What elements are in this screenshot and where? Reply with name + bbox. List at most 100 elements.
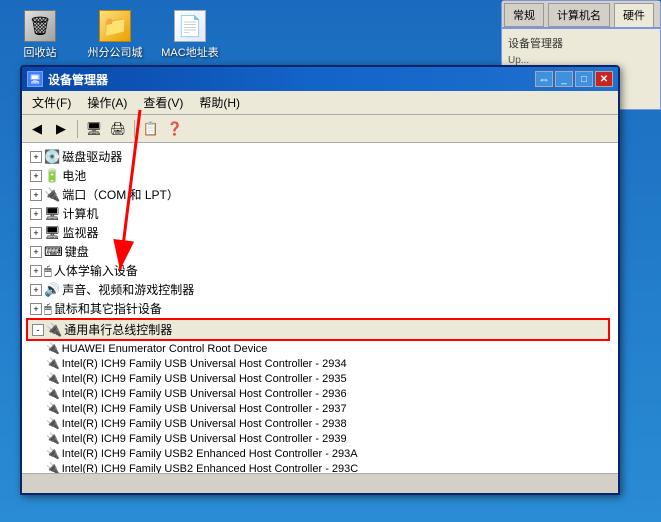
usb2936-icon: 🔌 [46,387,60,400]
usb2939-icon: 🔌 [46,432,60,445]
forward-button[interactable]: ▶ [50,118,72,140]
maximize-button[interactable]: □ [575,71,593,87]
computer-icon: 🖥 [44,206,61,222]
tree-item-usb2935[interactable]: 🔌 Intel(R) ICH9 Family USB Universal Hos… [26,371,614,386]
toolbar-separator-1 [77,120,78,138]
desktop: 🗑 回收站 📁 州分公司城 📄 MAC地址表 常规 计算机名 硬件 设备管理器 … [0,0,661,522]
recycle-bin-icon[interactable]: 🗑 回收站 [10,10,70,60]
tab-hardware[interactable]: 硬件 [614,3,654,27]
tree-item-usb2938[interactable]: 🔌 Intel(R) ICH9 Family USB Universal Hos… [26,416,614,431]
menu-view[interactable]: 查看(V) [135,92,191,113]
tree-item-usb2939[interactable]: 🔌 Intel(R) ICH9 Family USB Universal Hos… [26,431,614,446]
menu-bar: 文件(F) 操作(A) 查看(V) 帮助(H) [22,91,618,115]
sys-props-tabs: 常规 计算机名 硬件 [502,1,660,29]
battery-icon: 🔋 [44,168,60,184]
computer-label: 计算机 [63,205,99,222]
tree-item-battery[interactable]: + 🔋 电池 [26,166,614,185]
tree-item-usb2937[interactable]: 🔌 Intel(R) ICH9 Family USB Universal Hos… [26,401,614,416]
tree-item-keyboard[interactable]: + ⌨ 键盘 [26,242,614,261]
expand-audio[interactable]: + [30,284,42,296]
tree-item-monitor[interactable]: + 🖥 监视器 [26,223,614,242]
disk-icon: 💽 [44,149,60,165]
special-btn-1[interactable]: ⇔ [535,71,553,87]
print-button[interactable]: 🖨 [107,118,129,140]
toolbar-separator-2 [134,120,135,138]
mouse-label: 鼠标和其它指针设备 [54,300,162,317]
tree-item-hid[interactable]: + 🖱 人体学输入设备 [26,261,614,280]
expand-usb[interactable]: - [32,324,44,336]
menu-action[interactable]: 操作(A) [79,92,135,113]
huawei-icon: 🔌 [46,342,60,355]
monitor-label: 监视器 [63,224,99,241]
tree-item-usb2936[interactable]: 🔌 Intel(R) ICH9 Family USB Universal Hos… [26,386,614,401]
monitor-icon: 🖥 [44,225,61,241]
tree-item-port[interactable]: + 🔌 端口（COM 和 LPT） [26,185,614,204]
title-bar-buttons: ⇔ _ □ ✕ [535,71,613,87]
tab-general[interactable]: 常规 [504,3,544,27]
document-label: MAC地址表 [161,44,218,60]
folder-label: 州分公司城 [88,44,143,60]
usb2937-icon: 🔌 [46,402,60,415]
battery-label: 电池 [62,167,86,184]
expand-port[interactable]: + [30,189,42,201]
usb-hub-icon: 🔌 [46,322,62,338]
usb2939-label: Intel(R) ICH9 Family USB Universal Host … [62,433,347,445]
minimize-button[interactable]: _ [555,71,573,87]
huawei-label: HUAWEI Enumerator Control Root Device [62,343,268,355]
tree-item-usb293c[interactable]: 🔌 Intel(R) ICH9 Family USB2 Enhanced Hos… [26,461,614,473]
expand-battery[interactable]: + [30,170,42,182]
usb2935-label: Intel(R) ICH9 Family USB Universal Host … [62,373,347,385]
close-button[interactable]: ✕ [595,71,613,87]
usb293c-label: Intel(R) ICH9 Family USB2 Enhanced Host … [62,463,359,474]
title-bar-left: 🖥 设备管理器 [27,71,108,88]
toolbar: ◀ ▶ 🖥 🖨 📋 ❓ [22,115,618,143]
properties-button[interactable]: 📋 [140,118,162,140]
tree-item-mouse[interactable]: + 🖱 鼠标和其它指针设备 [26,299,614,318]
content-area: + 💽 磁盘驱动器 + 🔋 电池 + 🔌 端口（COM 和 LPT） [22,143,618,473]
expand-computer[interactable]: + [30,208,42,220]
help-button[interactable]: ❓ [164,118,186,140]
expand-mouse[interactable]: + [30,303,42,315]
expand-disk[interactable]: + [30,151,42,163]
port-icon: 🔌 [44,187,60,203]
tree-item-usb2934[interactable]: 🔌 Intel(R) ICH9 Family USB Universal Hos… [26,356,614,371]
tree-item-disk[interactable]: + 💽 磁盘驱动器 [26,147,614,166]
tree-item-audio[interactable]: + 🔊 声音、视频和游戏控制器 [26,280,614,299]
folder-icon[interactable]: 📁 州分公司城 [85,10,145,60]
expand-hid[interactable]: + [30,265,42,277]
audio-label: 声音、视频和游戏控制器 [62,281,194,298]
usb2934-icon: 🔌 [46,357,60,370]
audio-icon: 🔊 [44,282,60,298]
keyboard-label: 键盘 [65,243,89,260]
tree-item-computer[interactable]: + 🖥 计算机 [26,204,614,223]
expand-keyboard[interactable]: + [30,246,42,258]
status-bar [22,473,618,493]
hid-label: 人体学输入设备 [54,262,138,279]
expand-monitor[interactable]: + [30,227,42,239]
device-manager-window: 🖥 设备管理器 ⇔ _ □ ✕ 文件(F) 操作(A) 查看(V) 帮助(H) … [20,65,620,495]
usb2938-icon: 🔌 [46,417,60,430]
menu-help[interactable]: 帮助(H) [191,92,248,113]
back-button[interactable]: ◀ [26,118,48,140]
port-label: 端口（COM 和 LPT） [62,186,179,203]
tree-item-usb293a[interactable]: 🔌 Intel(R) ICH9 Family USB2 Enhanced Hos… [26,446,614,461]
usb2934-label: Intel(R) ICH9 Family USB Universal Host … [62,358,347,370]
computer-button[interactable]: 🖥 [83,118,105,140]
usb293c-icon: 🔌 [46,462,60,473]
usb2935-icon: 🔌 [46,372,60,385]
tree-item-huawei[interactable]: 🔌 HUAWEI Enumerator Control Root Device [26,341,614,356]
mouse-icon: 🖱 [44,301,52,317]
usb-category-label: 通用串行总线控制器 [64,321,172,338]
usb-category-highlight-box: - 🔌 通用串行总线控制器 [26,318,610,341]
usb293a-icon: 🔌 [46,447,60,460]
hid-icon: 🖱 [44,263,52,279]
recycle-bin-label: 回收站 [24,44,57,60]
tree-item-usb-category[interactable]: - 🔌 通用串行总线控制器 [28,320,608,339]
device-tree[interactable]: + 💽 磁盘驱动器 + 🔋 电池 + 🔌 端口（COM 和 LPT） [22,143,618,473]
tab-computername[interactable]: 计算机名 [548,3,610,27]
menu-file[interactable]: 文件(F) [24,92,79,113]
document-icon[interactable]: 📄 MAC地址表 [160,10,220,60]
usb2937-label: Intel(R) ICH9 Family USB Universal Host … [62,403,347,415]
desktop-icons-area: 🗑 回收站 📁 州分公司城 📄 MAC地址表 [10,10,220,60]
disk-label: 磁盘驱动器 [62,148,122,165]
